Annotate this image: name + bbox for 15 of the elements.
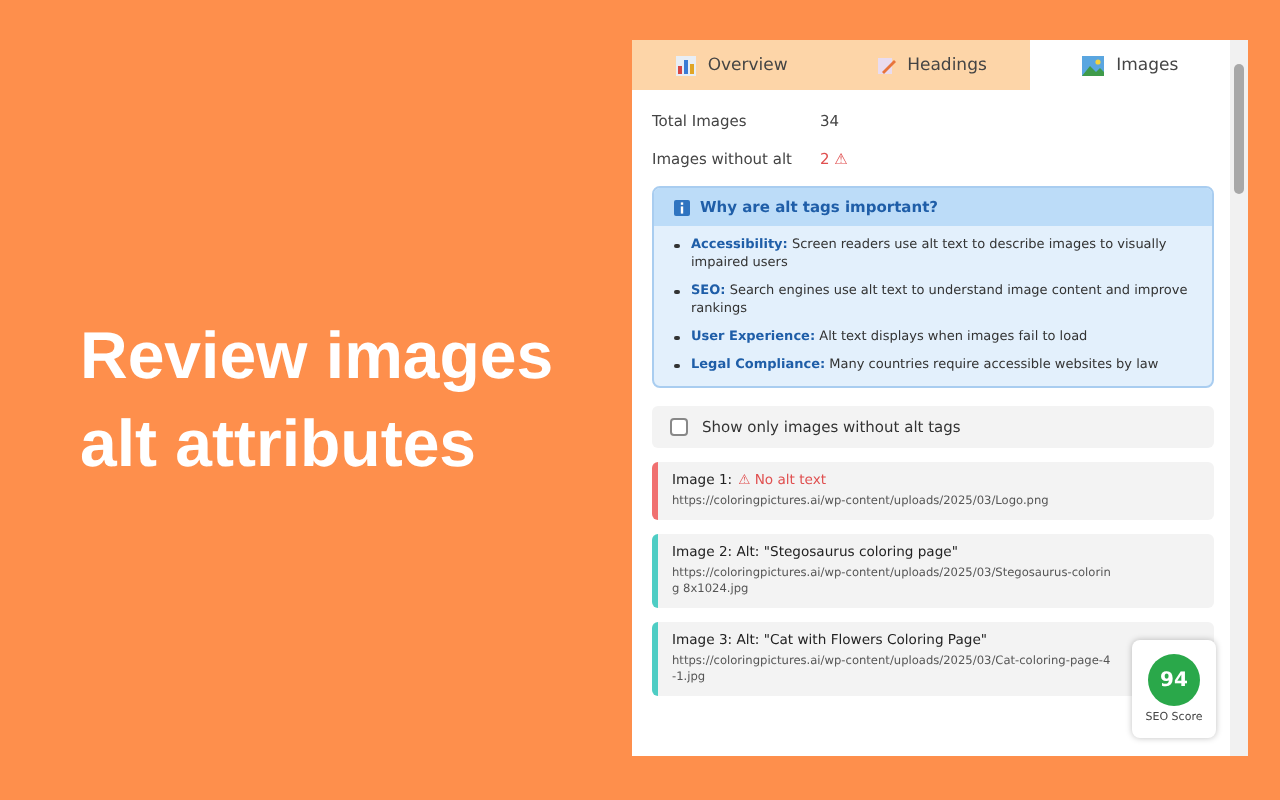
scrollbar[interactable] [1230,40,1248,756]
info-icon [674,199,690,215]
tab[interactable]: Headings [831,40,1031,90]
bullet-icon [674,363,679,368]
headline: Review images alt attributes [80,316,556,484]
bullet-icon [674,243,679,248]
bar-chart-icon [675,55,696,75]
bullet-icon [674,335,679,340]
score-badge: 94 [1148,654,1200,706]
memo-pencil-icon [875,55,896,75]
tab[interactable]: Images [1030,40,1231,90]
picture-icon [1082,55,1105,75]
checkbox[interactable] [670,418,688,436]
tab[interactable]: Overview [632,40,832,90]
bullet-icon [674,289,679,294]
